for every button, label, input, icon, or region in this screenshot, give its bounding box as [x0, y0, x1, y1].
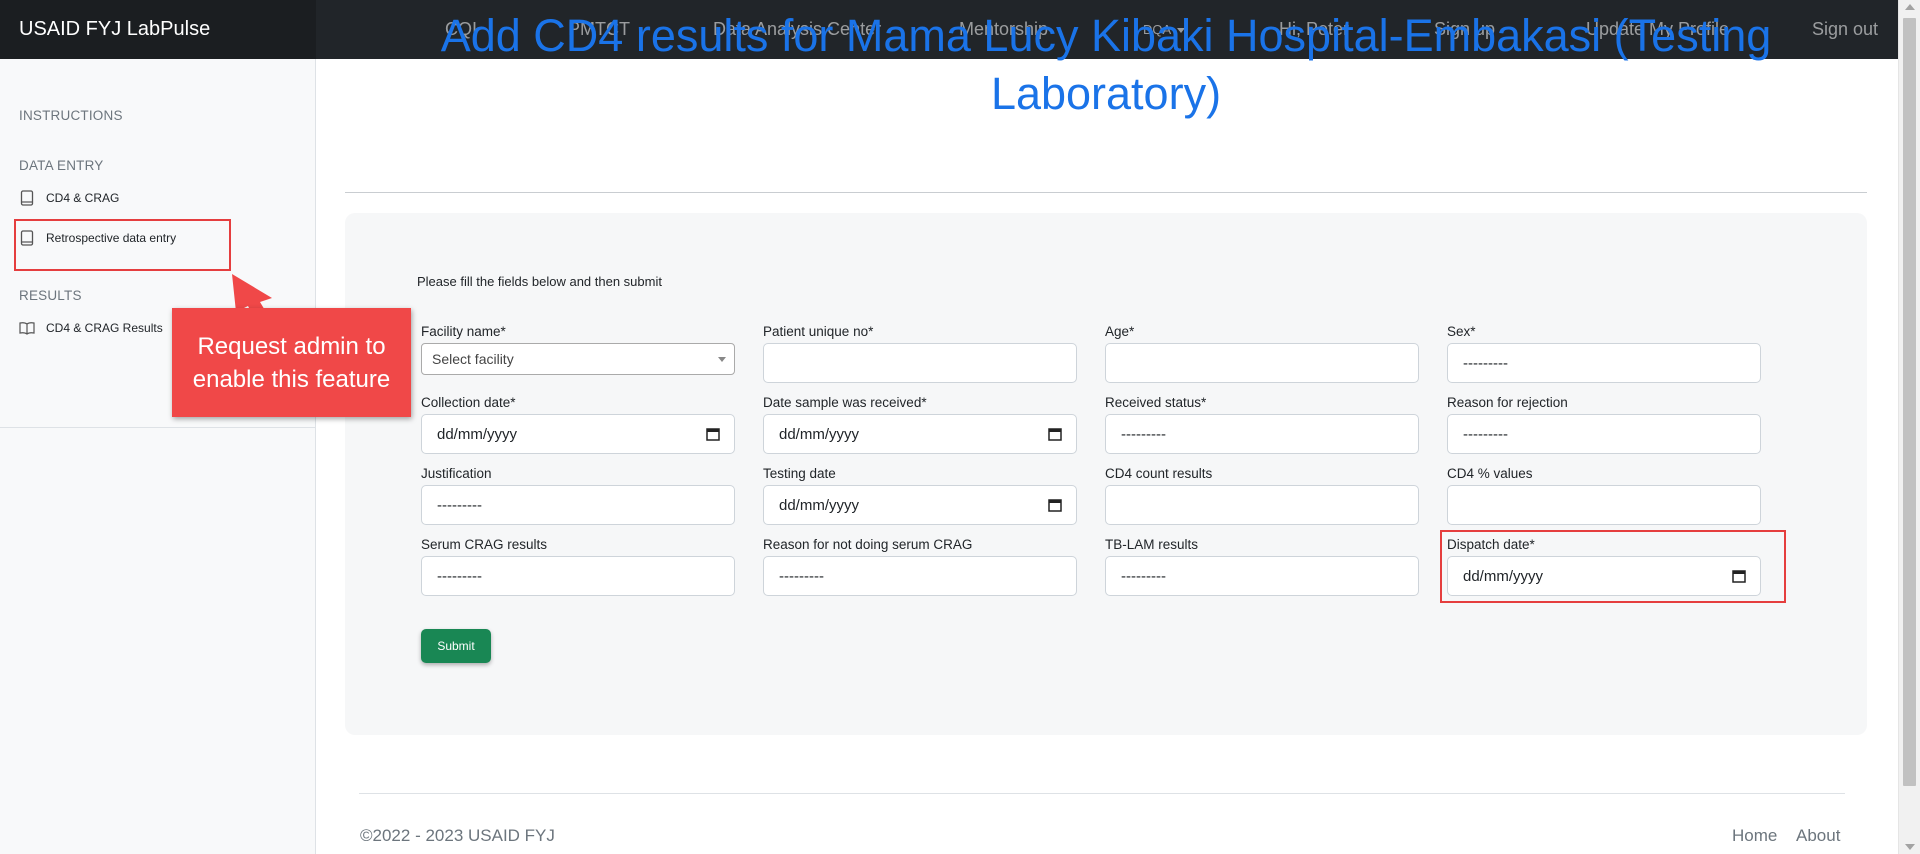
sidebar-divider: [0, 427, 316, 428]
facility-name-select[interactable]: Select facility: [421, 343, 735, 375]
brand-logo-text[interactable]: USAID FYJ LabPulse: [19, 18, 210, 41]
age-input[interactable]: [1105, 343, 1419, 383]
serum-crag-select[interactable]: ---------: [421, 556, 735, 596]
date-received-label: Date sample was received*: [763, 395, 927, 410]
sidebar: INSTRUCTIONS DATA ENTRY CD4 & CRAG Retro…: [0, 59, 316, 854]
calendar-icon[interactable]: [706, 427, 720, 441]
highlight-box-retrospective: [14, 219, 231, 271]
title-divider: [345, 192, 1867, 193]
patient-unique-no-input[interactable]: [763, 343, 1077, 383]
reason-no-crag-select[interactable]: ---------: [763, 556, 1077, 596]
serum-crag-label: Serum CRAG results: [421, 537, 548, 552]
reason-rejection-select[interactable]: ---------: [1447, 414, 1761, 454]
scroll-thumb[interactable]: [1903, 18, 1916, 786]
dropdown-arrow-icon: [718, 357, 726, 362]
scroll-down-arrow-icon[interactable]: [1905, 844, 1915, 850]
cd4-count-input[interactable]: [1105, 485, 1419, 525]
page-title: Add CD4 results for Mama Lucy Kibaki Hos…: [440, 10, 1772, 119]
facility-select-value: Select facility: [432, 351, 514, 367]
testing-date-input[interactable]: dd/mm/yyyy: [763, 485, 1077, 525]
brand-area: USAID FYJ LabPulse: [0, 0, 316, 59]
date-placeholder: dd/mm/yyyy: [779, 425, 860, 443]
sex-label: Sex*: [1447, 324, 1476, 339]
book-icon: [19, 190, 35, 206]
date-placeholder: dd/mm/yyyy: [437, 425, 518, 443]
received-status-label: Received status*: [1105, 395, 1207, 410]
vertical-scrollbar[interactable]: [1898, 0, 1920, 854]
facility-name-label: Facility name*: [421, 324, 506, 339]
form-intro-text: Please fill the fields below and then su…: [417, 274, 662, 289]
date-received-input[interactable]: dd/mm/yyyy: [763, 414, 1077, 454]
collection-date-label: Collection date*: [421, 395, 516, 410]
patient-unique-no-label: Patient unique no*: [763, 324, 874, 339]
footer-copyright: ©2022 - 2023 USAID FYJ: [360, 826, 555, 845]
date-placeholder: dd/mm/yyyy: [779, 496, 860, 514]
highlight-box-dispatch-date: [1440, 530, 1786, 603]
sidebar-item-label: CD4 & CRAG Results: [46, 321, 163, 335]
sidebar-heading-results: RESULTS: [19, 288, 82, 303]
sidebar-heading-instructions[interactable]: INSTRUCTIONS: [19, 108, 123, 123]
age-label: Age*: [1105, 324, 1135, 339]
justification-select[interactable]: ---------: [421, 485, 735, 525]
submit-button[interactable]: Submit: [421, 629, 491, 663]
scroll-up-arrow-icon[interactable]: [1905, 4, 1915, 10]
sex-select[interactable]: ---------: [1447, 343, 1761, 383]
footer-divider: [359, 793, 1845, 794]
footer-link-home[interactable]: Home: [1732, 826, 1777, 846]
sidebar-item-cd4-crag[interactable]: CD4 & CRAG: [19, 190, 119, 206]
sidebar-heading-data-entry: DATA ENTRY: [19, 158, 104, 173]
callout-request-admin: Request admin to enable this feature: [172, 308, 411, 417]
reason-no-crag-label: Reason for not doing serum CRAG: [763, 537, 973, 552]
sidebar-item-label: CD4 & CRAG: [46, 191, 120, 205]
sidebar-item-cd4-crag-results[interactable]: CD4 & CRAG Results: [19, 320, 163, 336]
justification-label: Justification: [421, 466, 492, 481]
calendar-icon[interactable]: [1048, 427, 1062, 441]
collection-date-input[interactable]: dd/mm/yyyy: [421, 414, 735, 454]
tb-lam-select[interactable]: ---------: [1105, 556, 1419, 596]
cd4-percent-input[interactable]: [1447, 485, 1761, 525]
reason-rejection-label: Reason for rejection: [1447, 395, 1568, 410]
footer-link-about[interactable]: About: [1796, 826, 1840, 846]
testing-date-label: Testing date: [763, 466, 836, 481]
cd4-count-label: CD4 count results: [1105, 466, 1213, 481]
tb-lam-label: TB-LAM results: [1105, 537, 1199, 552]
cd4-percent-label: CD4 % values: [1447, 466, 1533, 481]
received-status-select[interactable]: ---------: [1105, 414, 1419, 454]
open-book-icon: [19, 320, 35, 336]
calendar-icon[interactable]: [1048, 498, 1062, 512]
